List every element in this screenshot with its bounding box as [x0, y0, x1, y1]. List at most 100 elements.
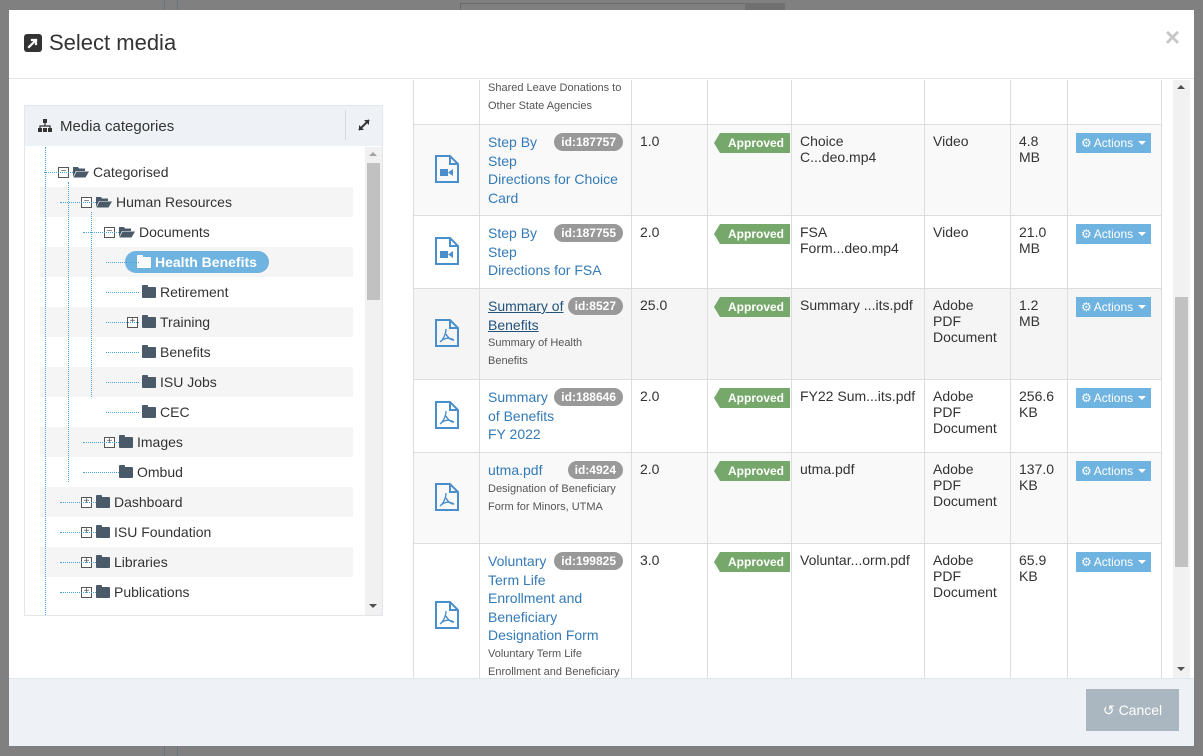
tree-node-label[interactable]: Retirement — [160, 284, 228, 300]
status-badge: Approved — [713, 552, 791, 572]
modal-header: Select media × — [9, 10, 1194, 79]
scroll-up-icon[interactable] — [369, 152, 377, 156]
background-divider — [164, 0, 165, 10]
actions-dropdown-button[interactable]: ⚙ Actions — [1076, 461, 1152, 481]
media-row[interactable]: id:187757 Step By Step Directions for Choic… — [413, 124, 1162, 216]
media-actions-cell: ⚙ Actions — [1067, 124, 1162, 216]
tree-connector — [106, 322, 139, 323]
tree-node-label[interactable]: ISU Foundation — [114, 524, 211, 540]
tree-node[interactable]: Health Benefits — [40, 247, 353, 277]
caret-down-icon — [1138, 396, 1147, 400]
gear-icon: ⚙ — [1081, 227, 1092, 241]
tree-node[interactable]: CEC — [40, 397, 353, 427]
media-icon-cell — [413, 80, 480, 125]
categories-header: Media categories — [25, 106, 382, 146]
expand-icon[interactable] — [356, 117, 372, 133]
media-title-cell: id:199825 Voluntary Term Life Enrollment an… — [479, 543, 632, 678]
tree-node-label[interactable]: Dashboard — [114, 494, 183, 510]
tree-node[interactable]: ISU Jobs — [40, 367, 353, 397]
media-filename: FSA Form...deo.mp4 — [791, 215, 925, 289]
caret-down-icon — [1138, 232, 1147, 236]
folder-icon — [96, 584, 110, 598]
scrollbar-thumb[interactable] — [367, 163, 380, 300]
scroll-down-icon[interactable] — [369, 604, 377, 608]
media-row[interactable]: id:187755 Step By Step Directions for FSA 2.… — [413, 215, 1162, 289]
media-categories-panel: Media categories − Categorised − Human Reso… — [24, 105, 383, 616]
category-tree: − Categorised − Human Resources − Documents He… — [25, 147, 382, 615]
folder-icon — [119, 464, 133, 478]
tree-node-label[interactable]: CEC — [160, 404, 190, 420]
actions-dropdown-button[interactable]: ⚙ Actions — [1076, 133, 1152, 153]
tree-node-label[interactable]: Ombud — [137, 464, 183, 480]
background-button — [745, 3, 785, 10]
gear-icon: ⚙ — [1081, 464, 1092, 478]
tree-connector — [106, 412, 139, 413]
media-title-cell: id:8527 Summary of Benefits Summary of Heal… — [479, 288, 632, 380]
scroll-down-icon[interactable] — [1177, 667, 1185, 671]
tree-node-label[interactable]: Libraries — [114, 554, 168, 570]
status-badge: Approved — [713, 224, 791, 244]
media-actions-cell: ⚙ Actions — [1067, 288, 1162, 380]
cancel-label: Cancel — [1118, 702, 1163, 718]
media-size: 21.0 MB — [1010, 215, 1068, 289]
actions-dropdown-button[interactable]: ⚙ Actions — [1076, 224, 1152, 244]
gear-icon: ⚙ — [1081, 136, 1092, 150]
tree-node-label[interactable]: Documents — [139, 224, 210, 240]
media-actions-cell: ⚙ Actions — [1067, 379, 1162, 453]
cancel-button[interactable]: ↺ Cancel — [1086, 689, 1179, 731]
media-actions-cell: ⚙ Actions — [1067, 215, 1162, 289]
media-row[interactable]: id:188646 Summary of Benefits FY 2022 2.0 App… — [413, 379, 1162, 453]
actions-dropdown-button[interactable]: ⚙ Actions — [1076, 297, 1152, 317]
folder-icon — [119, 434, 133, 448]
tree-node[interactable]: + Training — [40, 307, 353, 337]
tree-node-label[interactable]: Publications — [114, 584, 190, 600]
folder-open-icon — [96, 197, 112, 208]
actions-label: Actions — [1093, 136, 1134, 150]
tree-connector — [60, 592, 96, 593]
tree-node-label[interactable]: Human Resources — [116, 194, 232, 210]
media-scrollbar[interactable] — [1173, 80, 1190, 678]
category-scrollbar[interactable] — [365, 147, 382, 615]
tree-node[interactable]: Retirement — [40, 277, 353, 307]
media-status-cell: Approved — [707, 124, 792, 216]
scroll-up-icon[interactable] — [1177, 85, 1185, 89]
media-icon-cell — [413, 288, 480, 380]
tree-node-label[interactable]: Images — [137, 434, 183, 450]
media-row[interactable]: id:4924 utma.pdf Designation of Beneficiar… — [413, 452, 1162, 544]
external-link-icon — [24, 34, 42, 52]
actions-dropdown-button[interactable]: ⚙ Actions — [1076, 388, 1152, 408]
tree-node-label[interactable]: Categorised — [93, 164, 169, 180]
folder-icon — [142, 374, 156, 388]
tree-node-label[interactable]: Benefits — [160, 344, 211, 360]
status-badge: Approved — [713, 297, 791, 317]
media-row[interactable]: id:8527 Summary of Benefits Summary of Heal… — [413, 288, 1162, 380]
media-status-cell: Approved — [707, 452, 792, 544]
folder-icon — [142, 404, 156, 418]
media-row[interactable]: id:199825 Voluntary Term Life Enrollment an… — [413, 543, 1162, 678]
actions-dropdown-button[interactable]: ⚙ Actions — [1076, 552, 1152, 572]
gear-icon: ⚙ — [1081, 300, 1092, 314]
actions-label: Actions — [1093, 391, 1134, 405]
tree-connector — [106, 262, 139, 263]
media-filetype: Video — [924, 215, 1011, 289]
close-button[interactable]: × — [1165, 24, 1180, 50]
tree-node[interactable]: − Categorised — [40, 157, 353, 187]
tree-node-label[interactable]: ISU Jobs — [160, 374, 217, 390]
media-filetype: Adobe PDF Document — [924, 452, 1011, 544]
tree-node-content: + Training — [127, 314, 210, 330]
pdf-file-icon — [434, 482, 459, 514]
media-actions-cell: ⚙ Actions — [1067, 543, 1162, 678]
tree-node-label[interactable]: Training — [160, 314, 210, 330]
caret-down-icon — [1138, 560, 1147, 564]
selected-category[interactable]: Health Benefits — [125, 251, 269, 273]
background-divider — [177, 0, 178, 10]
tree-node[interactable]: Benefits — [40, 337, 353, 367]
media-title-cell: id:187757 Step By Step Directions for Choic… — [479, 124, 632, 216]
media-description: Designation of Beneficiary Form for Mino… — [488, 482, 616, 513]
modal-body: Media categories − Categorised − Human Reso… — [9, 80, 1194, 678]
tree-node-label[interactable]: Health Benefits — [155, 254, 257, 270]
media-id-badge: id:8527 — [567, 297, 623, 315]
media-size: 256.6 KB — [1010, 379, 1068, 453]
status-badge: Approved — [713, 388, 791, 408]
scrollbar-thumb[interactable] — [1175, 297, 1188, 567]
